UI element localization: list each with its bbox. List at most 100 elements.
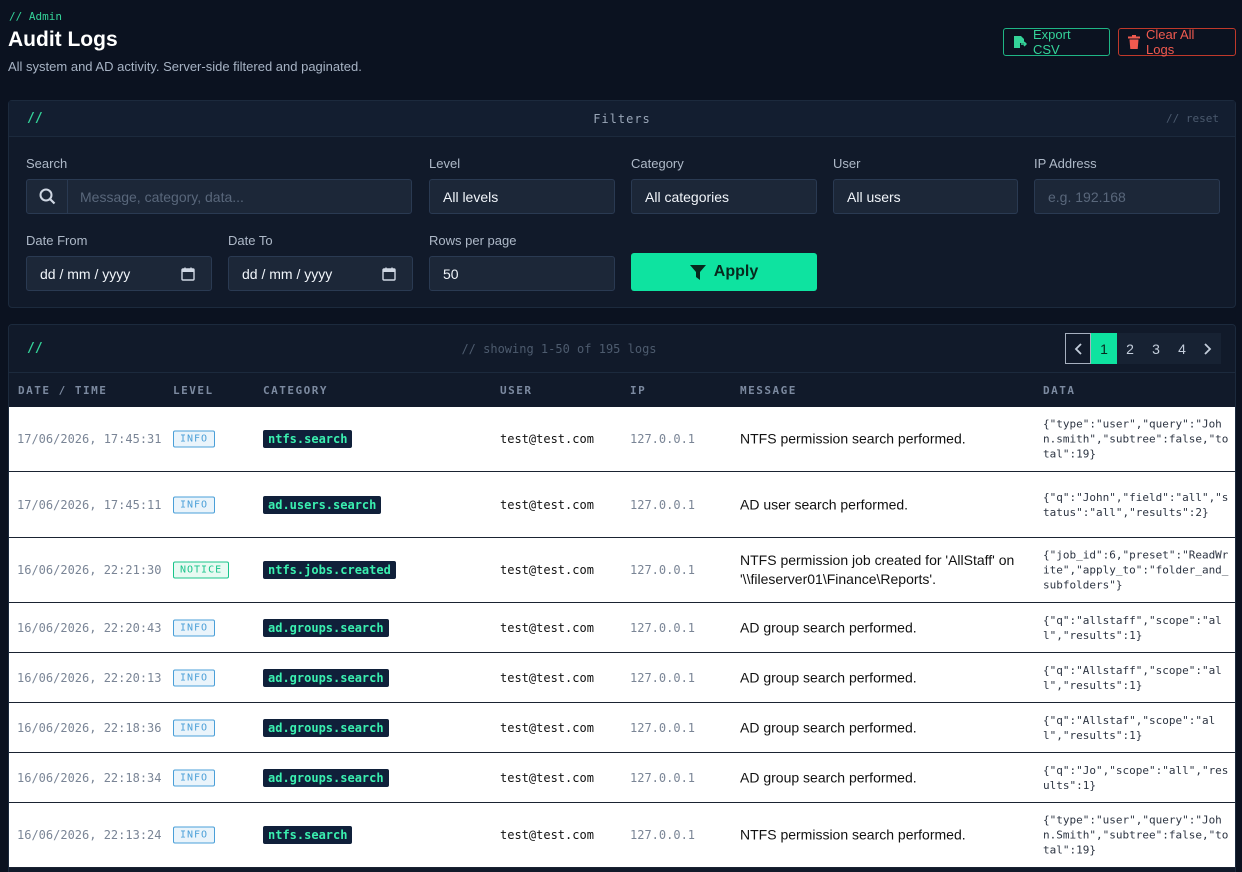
category-label: Category [631, 156, 684, 171]
row-message: NTFS permission job created for 'AllStaf… [740, 552, 1015, 587]
table-row[interactable]: 16/06/2026, 22:18:36 INFO ad.groups.sear… [9, 703, 1235, 753]
level-badge: INFO [173, 430, 216, 448]
page-4-button[interactable]: 4 [1169, 333, 1195, 364]
row-data: {"type":"user","query":"John.smith","sub… [1043, 417, 1229, 461]
trash-icon [1128, 35, 1140, 49]
calendar-icon[interactable] [181, 267, 195, 281]
table-row[interactable]: 16/06/2026, 22:20:43 INFO ad.groups.sear… [9, 603, 1235, 653]
row-date: 16/06/2026, 22:20:13 [17, 670, 162, 685]
category-tag: ad.groups.search [263, 668, 389, 687]
level-badge: NOTICE [173, 561, 230, 579]
level-badge: INFO [173, 769, 216, 786]
search-label: Search [26, 156, 68, 171]
row-ip: 127.0.0.1 [630, 563, 696, 577]
clear-all-logs-button[interactable]: Clear All Logs [1118, 27, 1236, 57]
logs-panel: // // showing 1-50 of 195 logs 1 2 3 4 D… [8, 324, 1236, 872]
row-data: {"q":"Allstaf","scope":"all","results":1… [1043, 713, 1216, 742]
table-header: DATE / TIME LEVEL CATEGORY USER IP MESSA… [9, 373, 1235, 406]
category-tag: ntfs.search [263, 430, 353, 448]
user-label: User [833, 156, 861, 171]
export-csv-label: Export CSV [1033, 27, 1071, 57]
page-title: Audit Logs [8, 28, 118, 51]
row-date: 16/06/2026, 22:21:30 [17, 563, 162, 577]
row-data: {"q":"John","field":"all","status":"all"… [1043, 490, 1229, 519]
export-csv-button[interactable]: Export CSV [1003, 27, 1110, 57]
row-data: {"job_id":6,"preset":"ReadWrite","apply_… [1043, 548, 1229, 592]
column-header-date[interactable]: DATE / TIME [18, 384, 107, 397]
category-tag: ad.groups.search [263, 718, 389, 737]
page-2-button[interactable]: 2 [1117, 333, 1143, 364]
row-user: test@test.com [500, 497, 594, 512]
row-ip: 127.0.0.1 [630, 620, 696, 635]
row-message: AD group search performed. [740, 619, 917, 635]
date-from-input[interactable]: dd / mm / yyyy [26, 256, 212, 291]
category-tag: ad.groups.search [263, 768, 389, 787]
row-message: NTFS permission search performed. [740, 430, 966, 447]
calendar-icon[interactable] [382, 267, 396, 281]
category-tag: ad.groups.search [263, 618, 389, 637]
next-page-button[interactable] [1195, 333, 1221, 364]
table-row[interactable]: 16/06/2026, 22:18:34 INFO ad.groups.sear… [9, 753, 1235, 803]
apply-label: Apply [713, 263, 759, 280]
row-data: {"q":"Jo","scope":"all","results":1} [1043, 763, 1229, 792]
pagination: 1 2 3 4 [1065, 333, 1221, 364]
rows-per-page-label: Rows per page [429, 233, 517, 248]
showing-count: // showing 1-50 of 195 logs [461, 341, 657, 356]
date-to-label: Date To [228, 233, 273, 248]
search-placeholder: Message, category, data... [80, 188, 244, 205]
column-header-category[interactable]: CATEGORY [263, 384, 328, 397]
row-ip: 127.0.0.1 [630, 670, 696, 685]
filters-header: // Filters // reset [9, 101, 1235, 137]
page-subtitle: All system and AD activity. Server-side … [8, 59, 362, 74]
row-date: 17/06/2026, 17:45:31 [17, 432, 162, 446]
level-badge: INFO [173, 719, 216, 736]
table-row[interactable]: 17/06/2026, 17:45:11 INFO ad.users.searc… [9, 472, 1235, 538]
row-data: {"q":"Allstaff","scope":"all","results":… [1043, 663, 1222, 692]
column-header-message[interactable]: MESSAGE [740, 384, 797, 397]
chevron-left-icon [1074, 342, 1082, 355]
row-date: 16/06/2026, 22:18:36 [17, 720, 162, 735]
category-tag: ad.users.search [263, 495, 382, 514]
table-row[interactable]: 16/06/2026, 22:21:30 NOTICE ntfs.jobs.cr… [9, 538, 1235, 603]
date-to-input[interactable]: dd / mm / yyyy [228, 256, 413, 291]
row-user: test@test.com [500, 828, 594, 842]
apply-button[interactable]: Apply [631, 253, 817, 291]
row-data: {"q":"allstaff","scope":"all","results":… [1043, 613, 1222, 642]
table-row[interactable]: 16/06/2026, 22:20:13 INFO ad.groups.sear… [9, 653, 1235, 703]
page-3-button[interactable]: 3 [1143, 333, 1169, 364]
row-ip: 127.0.0.1 [630, 770, 696, 785]
rows-per-page-select[interactable]: 50 [429, 256, 615, 291]
search-icon [27, 180, 68, 213]
row-user: test@test.com [500, 620, 594, 635]
logs-header: // // showing 1-50 of 195 logs 1 2 3 4 [9, 325, 1235, 373]
reset-filters-link[interactable]: // reset [1166, 112, 1219, 125]
category-tag: ntfs.search [263, 826, 353, 844]
column-header-level[interactable]: LEVEL [173, 384, 214, 397]
column-header-user[interactable]: USER [500, 384, 533, 397]
category-select[interactable]: All categories [631, 179, 817, 214]
row-ip: 127.0.0.1 [630, 720, 696, 735]
chevron-right-icon [1204, 342, 1212, 355]
ip-input[interactable]: e.g. 192.168 [1034, 179, 1220, 214]
table-row[interactable]: 17/06/2026, 17:45:31 INFO ntfs.search te… [9, 407, 1235, 472]
column-header-ip[interactable]: IP [630, 384, 646, 397]
filters-panel: // Filters // reset Search Message, cate… [8, 100, 1236, 308]
row-user: test@test.com [500, 770, 594, 785]
table-row[interactable]: 16/06/2026, 22:13:24 INFO ntfs.search te… [9, 803, 1235, 868]
page-1-button[interactable]: 1 [1091, 333, 1117, 364]
user-select[interactable]: All users [833, 179, 1018, 214]
row-ip: 127.0.0.1 [630, 497, 696, 512]
clear-all-logs-label: Clear All Logs [1146, 27, 1195, 57]
date-to-value: dd / mm / yyyy [242, 265, 333, 282]
filters-title: Filters [593, 111, 651, 126]
table-body: 17/06/2026, 17:45:31 INFO ntfs.search te… [9, 407, 1235, 872]
row-ip: 127.0.0.1 [630, 828, 696, 842]
level-select[interactable]: All levels [429, 179, 615, 214]
column-header-data[interactable]: DATA [1043, 384, 1076, 397]
row-ip: 127.0.0.1 [630, 432, 696, 446]
row-message: AD group search performed. [740, 669, 917, 685]
search-input[interactable]: Message, category, data... [26, 179, 412, 214]
previous-page-button[interactable] [1065, 333, 1091, 364]
category-tag: ntfs.jobs.created [263, 561, 396, 579]
level-badge: INFO [173, 496, 216, 513]
